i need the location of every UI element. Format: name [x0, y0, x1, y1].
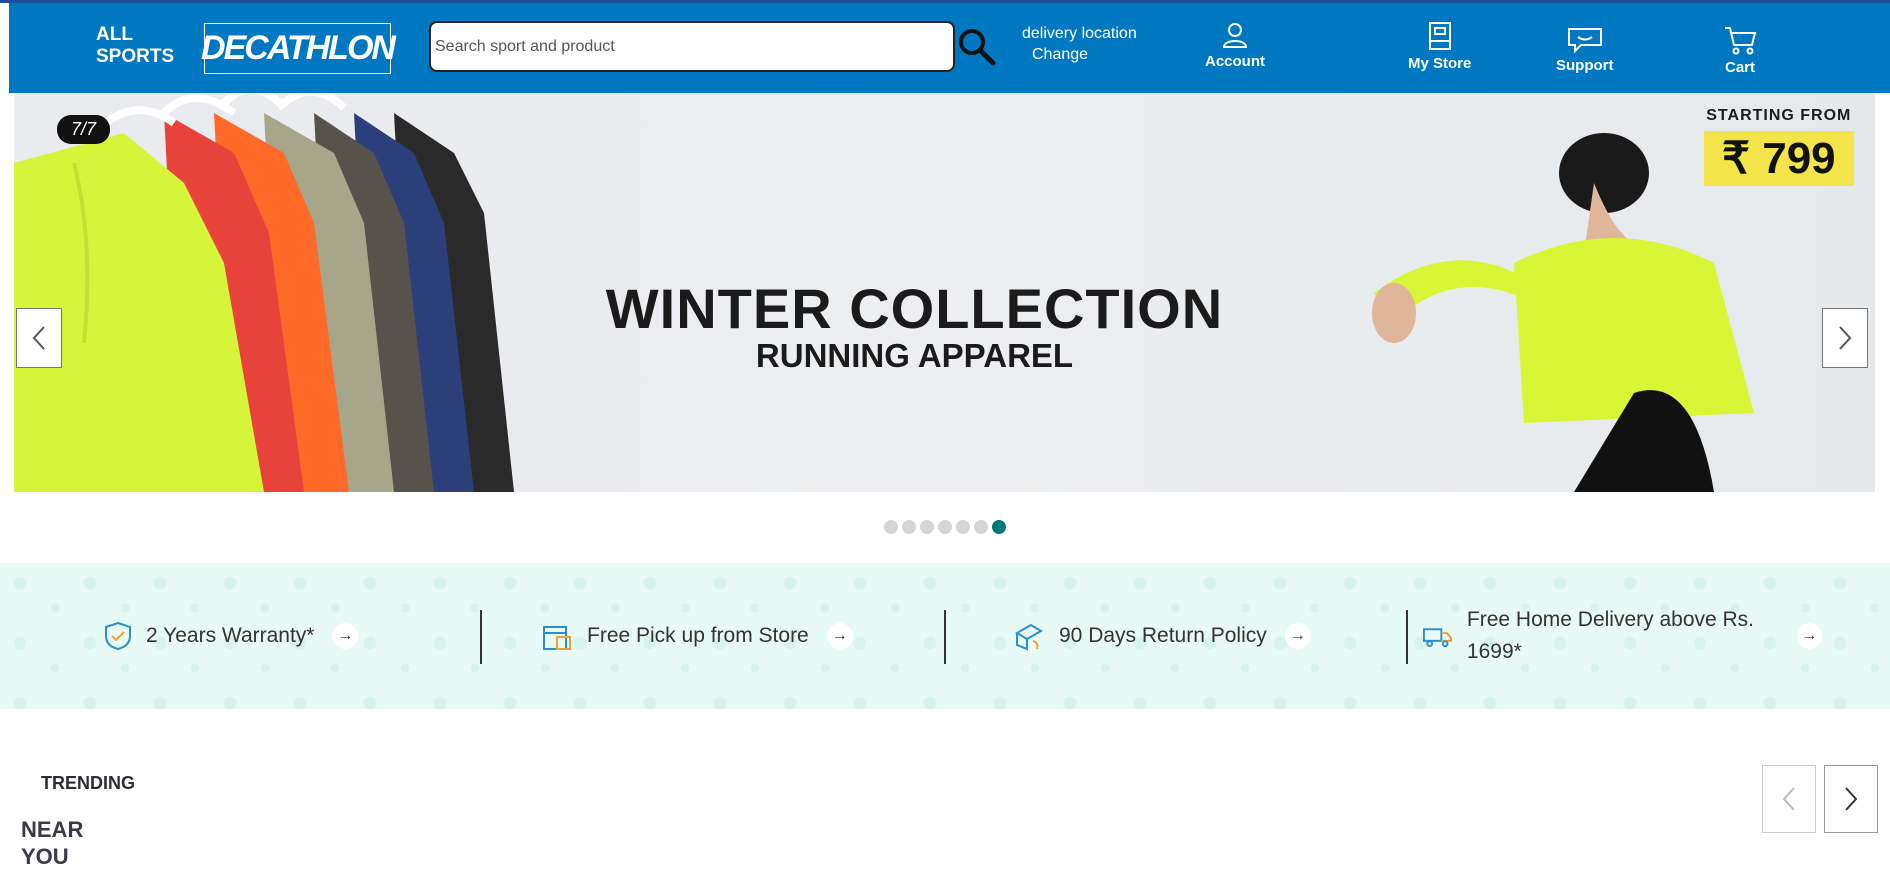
- trending-heading: TRENDING: [41, 773, 135, 793]
- carousel-dot[interactable]: [920, 520, 934, 534]
- shield-check-icon: [105, 621, 131, 651]
- all-sports-menu[interactable]: ALL SPORTS: [96, 24, 176, 68]
- delivery-location-label: delivery location: [1022, 25, 1137, 42]
- nav-cart-label: Cart: [1724, 59, 1755, 76]
- site-header: ALL SPORTS DECATHLON delivery location C…: [9, 3, 1890, 93]
- feature-pickup-label: Free Pick up from Store: [587, 624, 809, 647]
- carousel-dot[interactable]: [902, 520, 916, 534]
- all-sports-label: ALL SPORTS: [96, 24, 175, 67]
- chevron-right-icon: [1839, 326, 1852, 350]
- nav-support[interactable]: Support: [1556, 27, 1614, 74]
- feature-divider: [944, 610, 946, 664]
- hero-banner[interactable]: 7/7 WINTER COLLECTION RUNNING APPAREL ST…: [14, 93, 1875, 492]
- feature-warranty[interactable]: 2 Years Warranty* →: [104, 563, 359, 709]
- banner-title: WINTER COLLECTION: [605, 277, 1224, 340]
- nav-account[interactable]: Account: [1205, 21, 1265, 70]
- delivery-truck-icon: [1422, 628, 1452, 648]
- near-you-heading: NEAR YOU: [21, 816, 101, 870]
- nav-support-label: Support: [1556, 57, 1614, 74]
- arrow-right-icon: →: [1796, 623, 1822, 649]
- feature-delivery-label: Free Home Delivery above Rs. 1699*: [1466, 608, 1755, 663]
- delivery-location[interactable]: delivery location Change: [1022, 23, 1137, 65]
- near-you-label: NEAR YOU: [21, 817, 84, 869]
- carousel-dot[interactable]: [956, 520, 970, 534]
- chevron-left-icon: [1782, 787, 1795, 811]
- price-value: ₹ 799: [1704, 131, 1854, 186]
- carousel-dot-active[interactable]: [992, 520, 1006, 534]
- feature-return-label: 90 Days Return Policy: [1059, 624, 1267, 647]
- arrow-right-icon: →: [1284, 623, 1311, 649]
- carousel-dots: [884, 520, 1006, 534]
- feature-divider: [480, 610, 482, 664]
- arrow-right-icon: →: [332, 623, 359, 649]
- carousel-dot[interactable]: [884, 520, 898, 534]
- search-button[interactable]: [953, 23, 1001, 71]
- return-box-icon: [1015, 623, 1043, 651]
- arrow-right-icon: →: [826, 623, 853, 649]
- chevron-right-icon: [1845, 787, 1858, 811]
- search-icon: [959, 29, 996, 66]
- cart-icon: [1725, 27, 1757, 55]
- slide-counter: 7/7: [57, 115, 111, 144]
- feature-delivery[interactable]: Free Home Delivery above Rs. 1699* →: [1422, 563, 1822, 709]
- feature-divider: [1406, 610, 1408, 664]
- price-badge: STARTING FROM ₹ 799: [1704, 107, 1854, 186]
- nav-my-store-label: My Store: [1408, 55, 1472, 72]
- banner-next-button[interactable]: [1822, 308, 1868, 368]
- nav-my-store[interactable]: My Store: [1408, 21, 1471, 72]
- nav-cart[interactable]: Cart: [1723, 25, 1757, 76]
- carousel-dot[interactable]: [938, 520, 952, 534]
- feature-warranty-label: 2 Years Warranty*: [146, 624, 315, 647]
- trending-prev-button[interactable]: [1762, 765, 1816, 833]
- banner-prev-button[interactable]: [16, 308, 62, 368]
- starting-from-label: STARTING FROM: [1706, 107, 1852, 124]
- feature-return[interactable]: 90 Days Return Policy →: [1013, 563, 1311, 709]
- search-input[interactable]: [429, 21, 955, 72]
- nav-account-label: Account: [1205, 53, 1265, 70]
- decathlon-logo[interactable]: DECATHLON: [201, 23, 396, 74]
- trending-next-button[interactable]: [1824, 765, 1878, 833]
- chevron-left-icon: [32, 326, 45, 350]
- feature-pickup[interactable]: Free Pick up from Store →: [541, 563, 853, 709]
- carousel-dot[interactable]: [974, 520, 988, 534]
- banner-subtitle: RUNNING APPAREL: [755, 337, 1074, 374]
- delivery-change-link[interactable]: Change: [1022, 44, 1137, 65]
- chat-icon: [1567, 28, 1602, 53]
- store-pickup-icon: [543, 626, 571, 650]
- banner-headline: WINTER COLLECTION RUNNING APPAREL: [14, 276, 1875, 375]
- store-icon: [1428, 22, 1451, 50]
- user-icon: [1222, 23, 1248, 48]
